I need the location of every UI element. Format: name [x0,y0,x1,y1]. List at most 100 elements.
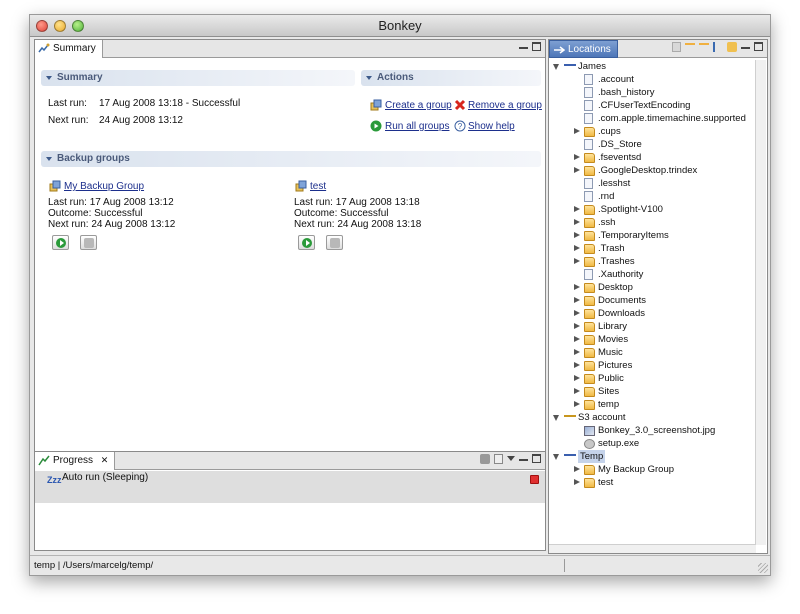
tree-row[interactable]: .lesshst [549,177,756,190]
expand-right-icon[interactable] [573,167,580,174]
resize-grip[interactable] [758,563,768,573]
back-arrow-icon[interactable] [685,43,695,51]
configure-group-button[interactable] [80,235,97,250]
expand-down-icon[interactable] [553,414,560,421]
tree-row[interactable]: temp [549,398,756,411]
tree-row[interactable]: Movies [549,333,756,346]
zoom-window-button[interactable] [72,20,84,32]
tree-row[interactable]: .CFUserTextEncoding [549,99,756,112]
folder-icon [584,465,595,475]
expand-right-icon[interactable] [573,310,580,317]
minimize-window-button[interactable] [54,20,66,32]
tree-row[interactable]: Documents [549,294,756,307]
tree-row[interactable]: .fseventsd [549,151,756,164]
expand-right-icon[interactable] [573,154,580,161]
configure-group-button[interactable] [326,235,343,250]
expand-right-icon[interactable] [573,362,580,369]
group-link[interactable]: test [310,181,326,192]
expand-down-icon[interactable] [553,63,560,70]
horizontal-scrollbar[interactable] [549,544,756,553]
tree-row[interactable]: .Spotlight-V100 [549,203,756,216]
show-errors-icon[interactable] [494,454,503,464]
collapse-all-icon[interactable] [713,42,723,52]
expand-right-icon[interactable] [573,388,580,395]
section-actions-header[interactable]: Actions [361,70,541,86]
minimize-view-button[interactable] [741,43,750,49]
maximize-view-button[interactable] [532,454,541,463]
expand-right-icon[interactable] [573,284,580,291]
expand-right-icon[interactable] [573,232,580,239]
expand-right-icon[interactable] [573,258,580,265]
tree-row[interactable]: setup.exe [549,437,756,450]
locations-tree[interactable]: James .account .bash_history .CFUserTextEnc… [549,60,756,545]
section-backup-groups-title: Backup groups [57,153,130,164]
tree-row[interactable]: .bash_history [549,86,756,99]
run-all-groups-link[interactable]: Run all groups [385,121,449,132]
expand-right-icon[interactable] [573,245,580,252]
tree-row[interactable]: .com.apple.timemachine.supported [549,112,756,125]
view-menu-icon[interactable] [507,456,515,461]
section-summary-header[interactable]: Summary [41,70,355,86]
tree-row[interactable]: .ssh [549,216,756,229]
tree-row[interactable]: .rnd [549,190,756,203]
tree-row[interactable]: .Trashes [549,255,756,268]
expand-down-icon[interactable] [553,453,560,460]
tree-row[interactable]: .Trash [549,242,756,255]
tree-row[interactable]: S3 account [549,411,756,424]
remove-group-link[interactable]: Remove a group [468,100,542,111]
tree-row[interactable]: .cups [549,125,756,138]
close-window-button[interactable] [36,20,48,32]
expand-right-icon[interactable] [573,349,580,356]
run-group-button[interactable] [52,235,69,250]
expand-right-icon[interactable] [573,323,580,330]
run-group-button[interactable] [298,235,315,250]
tree-row[interactable]: test [549,476,756,489]
vertical-scrollbar[interactable] [755,60,766,545]
tree-row[interactable]: .DS_Store [549,138,756,151]
tab-progress[interactable]: Progress ✕ [35,452,116,470]
expand-right-icon[interactable] [573,206,580,213]
section-backup-groups-header[interactable]: Backup groups [41,151,541,167]
tree-row[interactable]: .account [549,73,756,86]
remove-finished-icon[interactable] [480,454,490,464]
maximize-view-button[interactable] [754,42,763,51]
expand-right-icon[interactable] [573,479,580,486]
expand-right-icon[interactable] [573,128,580,135]
minimize-view-button[interactable] [519,455,528,461]
expand-right-icon[interactable] [573,401,580,408]
tree-row[interactable]: Bonkey_3.0_screenshot.jpg [549,424,756,437]
group-link[interactable]: My Backup Group [64,181,144,192]
tree-row[interactable]: .Xauthority [549,268,756,281]
forward-arrow-icon[interactable] [699,43,709,51]
expand-right-icon[interactable] [573,466,580,473]
link-with-editor-icon[interactable] [727,42,737,52]
expand-right-icon[interactable] [573,375,580,382]
tree-item-label: Downloads [598,308,645,319]
show-help-link[interactable]: Show help [468,121,515,132]
group-last-run: Last run: 17 Aug 2008 13:12 [48,197,174,208]
tree-row[interactable]: Library [549,320,756,333]
expand-right-icon[interactable] [573,297,580,304]
stop-icon[interactable] [530,475,539,484]
tree-row[interactable]: Sites [549,385,756,398]
tree-row[interactable]: Pictures [549,359,756,372]
tree-row[interactable]: Public [549,372,756,385]
tree-row[interactable]: Desktop [549,281,756,294]
tree-row[interactable]: Downloads [549,307,756,320]
tab-locations[interactable]: Locations [549,40,618,58]
tab-summary[interactable]: Summary [35,40,103,58]
tree-row[interactable]: Music [549,346,756,359]
minimize-view-button[interactable] [519,43,528,49]
close-tab-icon[interactable]: ✕ [101,455,109,465]
expand-right-icon[interactable] [573,336,580,343]
tree-row[interactable]: .TemporaryItems [549,229,756,242]
maximize-view-button[interactable] [532,42,541,51]
tree-row[interactable]: .GoogleDesktop.trindex [549,164,756,177]
expand-right-icon[interactable] [573,219,580,226]
progress-job-row[interactable]: Zzz Auto run (Sleeping) [35,471,545,503]
tree-row[interactable]: My Backup Group [549,463,756,476]
home-icon[interactable] [672,42,681,52]
tree-row[interactable]: Temp [549,450,756,463]
tree-row[interactable]: James [549,60,756,73]
create-group-link[interactable]: Create a group [385,100,452,111]
